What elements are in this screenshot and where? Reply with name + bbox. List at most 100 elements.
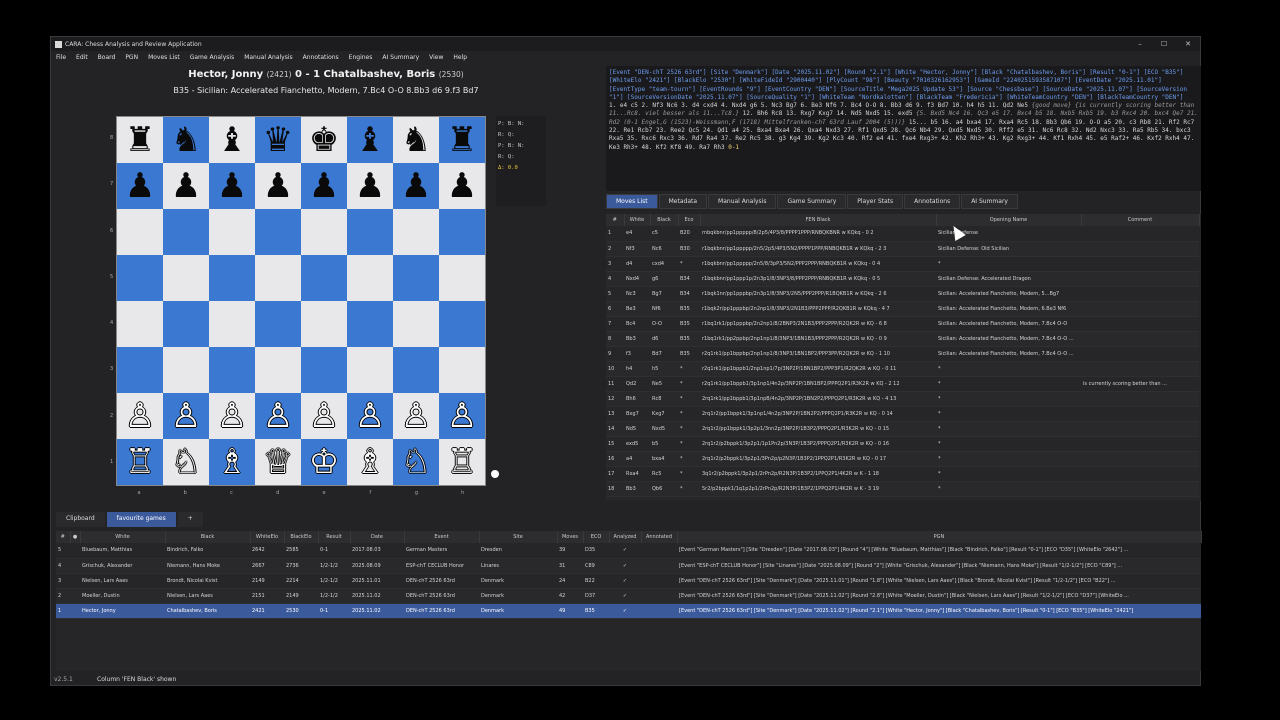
table-row[interactable]: 7 Bc4 O-O B35 r1bq1rk1/pp1pppbp/2n2np1/8/2BN…	[606, 316, 1199, 332]
chess-piece[interactable]: ♘	[401, 445, 431, 479]
table-row[interactable]: 2 Moeller, Dustin Nielsen, Lars Aaes 2151 21…	[56, 588, 1201, 604]
board-square[interactable]: ♙	[347, 393, 393, 439]
column-header[interactable]: White	[80, 531, 166, 543]
chess-piece[interactable]: ♖	[125, 445, 155, 479]
chess-piece[interactable]: ♞	[401, 123, 431, 157]
board-square[interactable]: ♟	[255, 163, 301, 209]
menu-engines[interactable]: Engines	[349, 54, 373, 61]
board-square[interactable]: ♘	[163, 439, 209, 485]
board-square[interactable]: ♖	[117, 439, 163, 485]
board-square[interactable]: ♜	[439, 117, 485, 163]
table-row[interactable]: 14 Nd5 Nxd5 * 2rq1r2/pp1bppk1/3p2p1/3nn2p/3N…	[606, 421, 1199, 437]
board-square[interactable]	[255, 255, 301, 301]
table-row[interactable]: 16 a4 bxa4 * 2rq1r2/p2bppk1/3p2p1/3Pn2p/p2N3…	[606, 451, 1199, 467]
board-square[interactable]	[301, 347, 347, 393]
table-row[interactable]: 1 Hector, Jonny Chatalbashev, Boris 2421 253…	[56, 603, 1201, 619]
board-square[interactable]	[209, 255, 255, 301]
table-row[interactable]: 12 Bh6 Rc8 * 2rq1rk1/pp1bppb1/3p1npB/4n2p/3N…	[606, 391, 1199, 407]
chess-piece[interactable]: ♟	[263, 169, 293, 203]
board-square[interactable]	[209, 301, 255, 347]
column-header[interactable]: Annotated	[641, 531, 678, 543]
board-square[interactable]	[347, 347, 393, 393]
chess-piece[interactable]: ♛	[263, 123, 293, 157]
board-square[interactable]	[439, 301, 485, 347]
chess-piece[interactable]: ♔	[309, 445, 339, 479]
add-tab-button[interactable]: +	[177, 512, 203, 527]
column-header[interactable]: Comment	[1081, 214, 1200, 226]
tab-clipboard[interactable]: Clipboard	[56, 512, 105, 527]
board-square[interactable]	[439, 209, 485, 255]
board-square[interactable]: ♟	[439, 163, 485, 209]
board-square[interactable]	[347, 301, 393, 347]
menu-game-analysis[interactable]: Game Analysis	[190, 54, 235, 61]
chess-piece[interactable]: ♙	[309, 399, 339, 433]
tab-ai-summary[interactable]: AI Summary	[961, 194, 1018, 209]
game-database-table[interactable]: # ● White Black WhiteElo BlackElo Result Date Ev…	[56, 531, 1202, 671]
board-square[interactable]: ♖	[439, 439, 485, 485]
chess-piece[interactable]: ♚	[309, 123, 339, 157]
chess-piece[interactable]: ♟	[171, 169, 201, 203]
board-square[interactable]: ♙	[117, 393, 163, 439]
board-square[interactable]	[439, 347, 485, 393]
tab-metadata[interactable]: Metadata	[658, 194, 708, 209]
board-square[interactable]: ♟	[209, 163, 255, 209]
menu-file[interactable]: File	[56, 54, 66, 61]
column-header[interactable]: Moves	[557, 531, 584, 543]
board-square[interactable]	[301, 255, 347, 301]
chess-piece[interactable]: ♙	[263, 399, 293, 433]
menu-moves-list[interactable]: Moves List	[148, 54, 180, 61]
chess-piece[interactable]: ♟	[217, 169, 247, 203]
board-square[interactable]: ♘	[393, 439, 439, 485]
board-square[interactable]: ♙	[209, 393, 255, 439]
chess-piece[interactable]: ♟	[125, 169, 155, 203]
column-header[interactable]: Event	[404, 531, 480, 543]
tab-moves-list[interactable]: Moves List	[606, 194, 658, 209]
chess-piece[interactable]: ♙	[447, 399, 477, 433]
tab-player-stats[interactable]: Player Stats	[847, 194, 904, 209]
chess-piece[interactable]: ♙	[171, 399, 201, 433]
table-row[interactable]: 15 exd5 b5 * 2rq1r2/p2bppk1/3p2p1/1p1Pn2p/3N…	[606, 436, 1199, 452]
board-square[interactable]: ♞	[393, 117, 439, 163]
chess-piece[interactable]: ♙	[125, 399, 155, 433]
column-header[interactable]: Analyzed	[609, 531, 642, 543]
board-square[interactable]	[393, 209, 439, 255]
board-square[interactable]	[209, 347, 255, 393]
column-header[interactable]: WhiteElo	[250, 531, 285, 543]
tab-favourite-games[interactable]: favourite games	[106, 512, 176, 527]
table-row[interactable]: 13 Bxg7 Kxg7 * 2rq1r2/pp1bppk1/3p1np1/4n2p/3…	[606, 406, 1199, 422]
board-square[interactable]	[117, 255, 163, 301]
chess-piece[interactable]: ♘	[171, 445, 201, 479]
tab-manual-analysis[interactable]: Manual Analysis	[708, 194, 777, 209]
menu-ai-summary[interactable]: AI Summary	[382, 54, 419, 61]
board-square[interactable]: ♝	[209, 117, 255, 163]
board-square[interactable]	[301, 209, 347, 255]
chess-piece[interactable]: ♟	[447, 169, 477, 203]
menu-help[interactable]: Help	[453, 54, 467, 61]
column-header[interactable]: PGN	[677, 531, 1202, 543]
board-square[interactable]: ♗	[347, 439, 393, 485]
chess-piece[interactable]: ♗	[355, 445, 385, 479]
board-square[interactable]: ♝	[347, 117, 393, 163]
column-header[interactable]: Result	[318, 531, 351, 543]
chess-piece[interactable]: ♟	[401, 169, 431, 203]
board-square[interactable]	[163, 301, 209, 347]
board-square[interactable]	[255, 301, 301, 347]
board-square[interactable]	[347, 209, 393, 255]
board-square[interactable]: ♙	[163, 393, 209, 439]
table-row[interactable]: 4 Nxd4 g6 B34 r1bqkbnr/pp1ppp1p/2n3p1/8/3NP3…	[606, 271, 1199, 287]
board-square[interactable]: ♜	[117, 117, 163, 163]
board-square[interactable]: ♟	[393, 163, 439, 209]
table-row[interactable]: 3 Nielsen, Lars Aaes Brondt, Nicolai Kvist…	[56, 573, 1201, 589]
chess-board[interactable]: ♜ ♞ ♝ ♛ ♚ ♝ ♞ ♜ ♟ ♟ ♟ ♟ ♟ ♟ ♟ ♟ ♙ ♙ ♙ ♙ ♙ ♙ ♙ ♙ ♖ ♘ ♗ ♕ ♔ ♗ ♘ ♖	[116, 116, 486, 486]
column-header[interactable]: Black	[650, 214, 679, 226]
menu-manual-analysis[interactable]: Manual Analysis	[244, 54, 292, 61]
menu-view[interactable]: View	[429, 54, 443, 61]
board-square[interactable]	[209, 209, 255, 255]
chess-piece[interactable]: ♙	[401, 399, 431, 433]
table-row[interactable]: 8 Bb3 d6 B35 r1bq1rk1/pp2ppbp/2np1np1/8/3NP3…	[606, 331, 1199, 347]
board-square[interactable]: ♗	[209, 439, 255, 485]
board-square[interactable]: ♞	[163, 117, 209, 163]
chess-piece[interactable]: ♝	[355, 123, 385, 157]
moves-list-table[interactable]: # White Black Eco FEN Black Opening Name Comme…	[606, 214, 1201, 501]
chess-piece[interactable]: ♖	[447, 445, 477, 479]
